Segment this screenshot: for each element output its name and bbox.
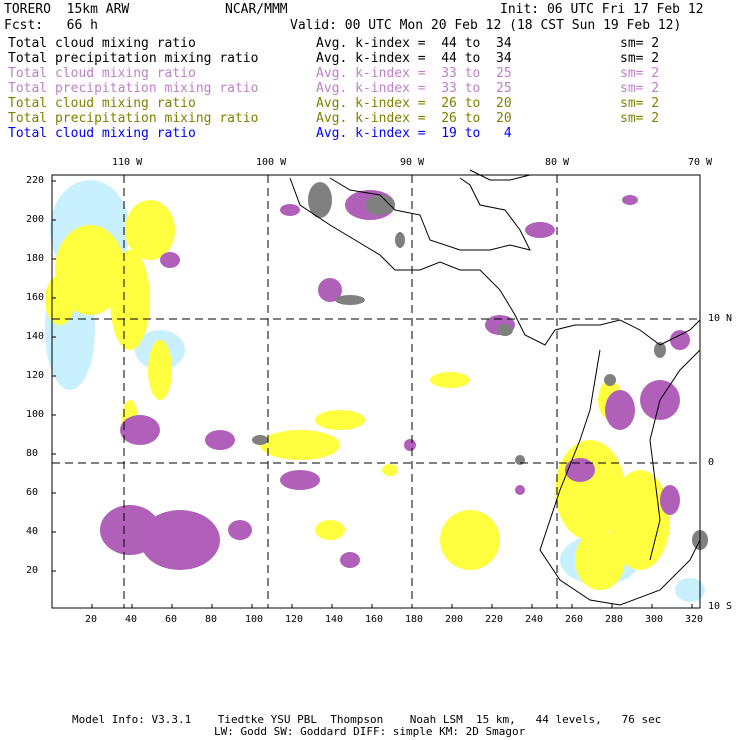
y-tick-label: 60: [26, 487, 39, 498]
x-tick-label: 20: [85, 614, 98, 625]
y-tick-label: 180: [26, 253, 45, 264]
x-tick-label: 120: [285, 614, 304, 625]
lat-label: 10 S: [708, 601, 733, 612]
lon-label: 100 W: [256, 157, 287, 168]
map-plot: [45, 169, 708, 609]
y-tick-label: 200: [26, 214, 45, 225]
cloud-area-mid: [160, 252, 180, 268]
cloud-area-mid: [404, 439, 416, 451]
cloud-area-mid: [340, 552, 360, 568]
x-tick-label: 180: [405, 614, 424, 625]
x-tick-label: 220: [485, 614, 504, 625]
y-tick-label: 160: [26, 292, 45, 303]
x-tick-label: 80: [205, 614, 218, 625]
cloud-area-mid: [120, 415, 160, 445]
y-tick-label: 100: [26, 409, 45, 420]
x-tick-label: 200: [445, 614, 464, 625]
cloud-area-mid: [280, 470, 320, 490]
x-tick-label: 300: [645, 614, 664, 625]
x-tick-label: 260: [565, 614, 584, 625]
y-tick-label: 120: [26, 370, 45, 381]
cloud-area-mid: [670, 330, 690, 350]
cloud-area-mid: [660, 485, 680, 515]
cloud-area-low: [260, 430, 340, 460]
cloud-area-mid: [622, 195, 638, 205]
y-tick-label: 40: [26, 526, 39, 537]
cloud-area-high: [335, 295, 365, 305]
cloud-area-low: [125, 200, 175, 260]
cloud-fields: [45, 180, 708, 602]
cloud-area-mid: [228, 520, 252, 540]
lon-label: 70 W: [688, 157, 713, 168]
cloud-area-mid: [100, 505, 160, 555]
cloud-area-mid: [515, 485, 525, 495]
y-tick-label: 20: [26, 565, 39, 576]
x-tick-label: 160: [365, 614, 384, 625]
x-tick-label: 140: [325, 614, 344, 625]
cloud-area-mid: [525, 222, 555, 238]
footer-line2: LW: Godd SW: Goddard DIFF: simple KM: 2D…: [214, 725, 526, 738]
lon-label: 90 W: [400, 157, 425, 168]
cloud-area-low: [575, 530, 625, 590]
cloud-area-low: [315, 520, 345, 540]
x-tick-label: 100: [245, 614, 264, 625]
cloud-area-high: [604, 374, 616, 386]
lat-label: 0: [708, 457, 715, 468]
lon-label: 110 W: [112, 157, 143, 168]
cloud-area-mid: [605, 390, 635, 430]
cloud-area-mid: [565, 458, 595, 482]
cloud-area-high: [395, 232, 405, 248]
y-tick-label: 80: [26, 448, 39, 459]
x-tick-label: 280: [605, 614, 624, 625]
cloud-area-low: [110, 250, 150, 350]
x-tick-label: 40: [125, 614, 138, 625]
cloud-area-low: [45, 275, 75, 325]
cloud-area-high: [252, 435, 268, 445]
cloud-area-low: [430, 372, 470, 388]
lon-label: 80 W: [545, 157, 570, 168]
y-tick-label: 220: [26, 175, 45, 186]
cloud-area-low: [148, 340, 172, 400]
cloud-area-mid: [205, 430, 235, 450]
cloud-area-low: [382, 464, 398, 476]
lat-label: 10 N: [708, 313, 733, 324]
y-tick-label: 140: [26, 331, 45, 342]
cloud-area-mid: [280, 204, 300, 216]
x-tick-label: 240: [525, 614, 544, 625]
cloud-area-low: [315, 410, 365, 430]
x-tick-label: 320: [685, 614, 704, 625]
cloud-area-low: [440, 510, 500, 570]
cloud-area-high: [497, 324, 513, 336]
x-tick-label: 60: [165, 614, 178, 625]
